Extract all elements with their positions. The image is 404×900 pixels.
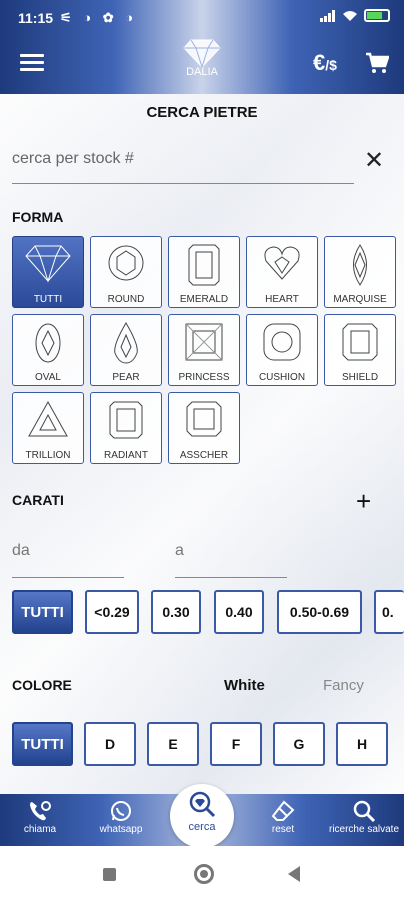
carati-heading: CARATI: [12, 492, 64, 508]
shape-label: EMERALD: [179, 294, 229, 305]
shape-heart[interactable]: HEART: [246, 236, 318, 308]
nav-label: chiama: [23, 824, 57, 835]
shape-shield[interactable]: SHIELD: [324, 314, 396, 386]
shape-princess[interactable]: PRINCESS: [168, 314, 240, 386]
shape-trillion[interactable]: TRILLION: [12, 392, 84, 464]
oval-icon: [35, 323, 61, 363]
diamond-logo-icon: [183, 39, 221, 68]
trillion-icon: [28, 400, 68, 437]
shape-label: CUSHION: [258, 372, 306, 383]
princess-icon: [185, 323, 223, 361]
nav-chiama[interactable]: chiama: [0, 800, 80, 835]
home-icon[interactable]: [194, 864, 214, 884]
dalia-logo: DALIA: [178, 38, 226, 78]
search-diamond-icon: [189, 791, 216, 818]
carat-chip-050-069[interactable]: 0.50-0.69: [277, 590, 362, 634]
status-right: [320, 9, 390, 22]
shape-round[interactable]: ROUND: [90, 236, 162, 308]
shape-oval[interactable]: OVAL: [12, 314, 84, 386]
color-chip-g[interactable]: G: [273, 722, 325, 766]
carat-chip-partial[interactable]: 0.: [374, 590, 404, 634]
asscher-icon: [186, 401, 222, 437]
status-time: 11:15: [18, 10, 54, 26]
logo-text: DALIA: [186, 66, 218, 78]
shape-label: ROUND: [107, 294, 145, 305]
carat-chip-tutti[interactable]: TUTTI: [12, 590, 73, 634]
nav-reset[interactable]: reset: [243, 800, 323, 835]
back-icon[interactable]: [288, 866, 300, 882]
cushion-icon: [263, 323, 301, 361]
shape-emerald[interactable]: EMERALD: [168, 236, 240, 308]
nav-label: reset: [271, 824, 295, 835]
shape-cushion[interactable]: CUSHION: [246, 314, 318, 386]
carat-chip-030[interactable]: 0.30: [151, 590, 201, 634]
carat-to-input[interactable]: [175, 540, 287, 560]
color-chip-tutti[interactable]: TUTTI: [12, 722, 73, 766]
currency-toggle[interactable]: €/$: [313, 50, 337, 76]
nav-label: ricerche salvate: [328, 824, 400, 835]
tab-fancy[interactable]: Fancy: [323, 677, 364, 694]
plus-icon[interactable]: +: [356, 486, 371, 517]
shape-asscher[interactable]: ASSCHER: [168, 392, 240, 464]
marquise-icon: [353, 244, 367, 286]
saved-search-icon: [353, 800, 376, 822]
shape-label: ASSCHER: [179, 450, 229, 461]
battery-icon: [364, 9, 390, 22]
carat-to-field: [175, 540, 287, 578]
shape-label: RADIANT: [104, 450, 148, 461]
shape-label: TUTTI: [33, 294, 63, 305]
color-chip-d[interactable]: D: [84, 722, 136, 766]
carat-from-field: [12, 540, 124, 578]
currency-dollar: /$: [325, 57, 337, 73]
shape-label: HEART: [265, 294, 299, 305]
colore-heading: COLORE: [12, 677, 72, 693]
nav-ricerche-salvate[interactable]: ricerche salvate: [324, 800, 404, 835]
shape-label: MARQUISE: [333, 294, 387, 305]
clear-search-icon[interactable]: ✕: [364, 146, 384, 175]
carat-chip-040[interactable]: 0.40: [214, 590, 264, 634]
emerald-icon: [188, 244, 220, 286]
carat-from-input[interactable]: [12, 540, 124, 560]
tab-white[interactable]: White: [224, 677, 265, 694]
notification-icons: ⚟ ◑ ✿ ◑: [60, 10, 138, 25]
recents-icon[interactable]: [103, 868, 116, 881]
shape-label: TRILLION: [25, 450, 71, 461]
pear-icon: [114, 322, 138, 364]
shape-label: OVAL: [35, 372, 61, 383]
nav-whatsapp[interactable]: whatsapp: [81, 800, 161, 835]
shape-marquise[interactable]: MARQUISE: [324, 236, 396, 308]
carat-chip-lt029[interactable]: <0.29: [85, 590, 139, 634]
signal-icon: [320, 9, 335, 22]
shield-icon: [342, 323, 378, 361]
color-chip-h[interactable]: H: [336, 722, 388, 766]
status-bar: 11:15 ⚟ ◑ ✿ ◑: [0, 0, 404, 34]
shape-label: PEAR: [112, 372, 140, 383]
nav-label: cerca: [188, 821, 216, 833]
nav-label: whatsapp: [99, 824, 143, 835]
eraser-icon: [271, 800, 295, 821]
currency-euro: €: [313, 50, 326, 75]
shape-pear[interactable]: PEAR: [90, 314, 162, 386]
menu-icon[interactable]: [20, 54, 44, 72]
shape-label: SHIELD: [341, 372, 379, 383]
whatsapp-icon: [111, 801, 131, 821]
wifi-icon: [343, 10, 357, 21]
color-chip-f[interactable]: F: [210, 722, 262, 766]
forma-heading: FORMA: [12, 209, 64, 225]
shape-radiant[interactable]: RADIANT: [90, 392, 162, 464]
cart-icon[interactable]: [365, 52, 389, 74]
stock-search-input[interactable]: [12, 148, 354, 168]
color-chip-e[interactable]: E: [147, 722, 199, 766]
shape-label: PRINCESS: [178, 372, 230, 383]
app-header: 11:15 ⚟ ◑ ✿ ◑ DALIA €/$: [0, 0, 404, 94]
stock-search: [12, 148, 354, 184]
round-icon: [108, 245, 144, 281]
phone-icon: [30, 801, 51, 821]
diamond-icon: [25, 245, 71, 283]
heart-icon: [264, 246, 300, 280]
shape-tutti[interactable]: TUTTI: [12, 236, 84, 308]
radiant-icon: [109, 401, 143, 439]
page-title: CERCA PIETRE: [146, 104, 258, 121]
nav-cerca[interactable]: cerca: [170, 784, 234, 848]
